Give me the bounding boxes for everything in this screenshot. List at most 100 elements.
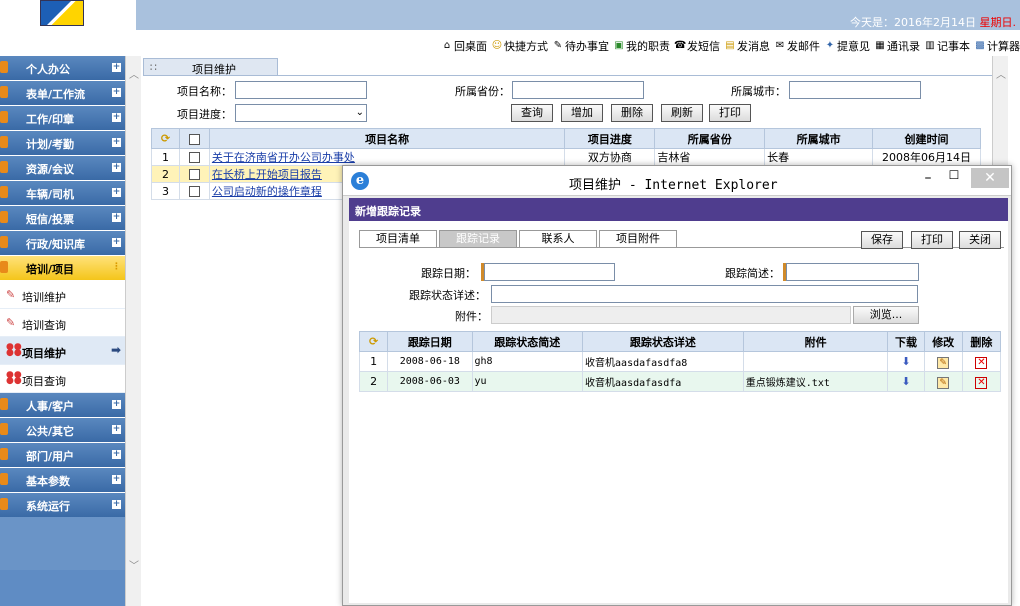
- refresh-col-header[interactable]: ⟳: [151, 128, 180, 149]
- download-cell[interactable]: ⬇: [887, 351, 925, 372]
- expand-icon: +: [112, 112, 121, 122]
- toolbar-label: 待办事宜: [565, 40, 609, 53]
- table-row[interactable]: 1 2008-06-18 gh8 收音机aasdafasdfa8 ⬇ ✎ ✕: [358, 351, 1002, 372]
- row-select[interactable]: [178, 182, 210, 200]
- add-button[interactable]: 增加: [561, 104, 603, 122]
- download-cell[interactable]: ⬇: [887, 371, 925, 392]
- tracking-date-input[interactable]: [484, 263, 615, 281]
- tab-project-list[interactable]: 项目清单: [359, 230, 437, 248]
- sidebar-item-hr[interactable]: 人事/客户 +: [0, 393, 125, 417]
- sidebar-sub-project-query[interactable]: ●● ●● 项目查询: [0, 365, 125, 393]
- sidebar-item-resource[interactable]: 资源/会议 +: [0, 156, 125, 180]
- print-button[interactable]: 打印: [709, 104, 751, 122]
- toolbar-duty[interactable]: ▣ 我的职责: [613, 38, 670, 54]
- sidebar-item-work[interactable]: 工作/印章 +: [0, 106, 125, 130]
- refresh-col-header[interactable]: ⟳: [358, 331, 389, 352]
- delete-cell[interactable]: ✕: [961, 371, 1002, 392]
- project-name-cell[interactable]: 关于在济南省开办公司办事处: [208, 148, 566, 166]
- close-icon[interactable]: ✕: [971, 168, 1009, 188]
- print-button[interactable]: 打印: [911, 231, 953, 249]
- toolbar-shortcut[interactable]: ☺ 快捷方式: [491, 38, 548, 54]
- toolbar-feedback[interactable]: ✦ 提意见: [824, 38, 870, 54]
- minimize-icon[interactable]: –: [919, 170, 937, 186]
- tracking-detail-cell: 收音机aasdafasdfa8: [582, 351, 744, 372]
- province-label: 所属省份：: [455, 85, 510, 98]
- popup-titlebar[interactable]: e 项目维护 - Internet Explorer – ☐ ✕: [343, 166, 1011, 196]
- edit-pencil-icon[interactable]: ✎: [937, 356, 950, 369]
- table-row[interactable]: 1 关于在济南省开办公司办事处 双方协商 吉林省 长春 2008年06月14日: [151, 148, 982, 166]
- download-arrow-icon[interactable]: ⬇: [901, 375, 910, 388]
- tab-tracking-record[interactable]: 跟踪记录: [439, 230, 517, 248]
- row-checkbox[interactable]: [188, 169, 200, 180]
- project-link[interactable]: 关于在济南省开办公司办事处: [212, 151, 355, 164]
- col-header: 项目名称: [208, 128, 566, 149]
- select-all-checkbox[interactable]: [188, 133, 200, 145]
- edit-pencil-icon[interactable]: ✎: [937, 376, 950, 389]
- toolbar-home[interactable]: ⌂ 回桌面: [441, 38, 487, 54]
- toolbar-message[interactable]: ▤ 发消息: [724, 38, 770, 54]
- sidebar-item-plan[interactable]: 计划/考勤 +: [0, 131, 125, 155]
- province-input[interactable]: [512, 81, 644, 99]
- attachment-path-field[interactable]: [491, 306, 851, 324]
- sidebar-item-dept[interactable]: 部门/用户 +: [0, 443, 125, 467]
- sidebar-item-sms[interactable]: 短信/投票 +: [0, 206, 125, 230]
- scroll-up-icon[interactable]: ︿: [995, 70, 1007, 82]
- maximize-icon[interactable]: ☐: [945, 168, 963, 184]
- toolbar-mail[interactable]: ✉ 发邮件: [774, 38, 820, 54]
- menu-icon: [0, 473, 8, 485]
- tab-project-attachments[interactable]: 项目附件: [599, 230, 677, 248]
- project-link[interactable]: 在长桥上开始项目报告: [212, 168, 322, 181]
- delete-x-icon[interactable]: ✕: [975, 376, 988, 389]
- sidebar-item-forms[interactable]: 表单/工作流 +: [0, 81, 125, 105]
- edit-cell[interactable]: ✎: [923, 371, 963, 392]
- sidebar-item-vehicle[interactable]: 车辆/司机 +: [0, 181, 125, 205]
- expand-icon: +: [112, 212, 121, 222]
- select-all-header[interactable]: [178, 128, 210, 149]
- tab-contacts[interactable]: 联系人: [519, 230, 597, 248]
- tab-project-maintain[interactable]: ∷ 项目维护: [143, 58, 278, 76]
- tracking-brief-wrap: [783, 263, 923, 281]
- toolbar-sms[interactable]: ☎ 发短信: [674, 38, 720, 54]
- delete-x-icon[interactable]: ✕: [975, 356, 988, 369]
- refresh-button[interactable]: 刷新: [661, 104, 703, 122]
- sidebar-item-system[interactable]: 系统运行 +: [0, 493, 125, 517]
- delete-cell[interactable]: ✕: [961, 351, 1002, 372]
- row-select[interactable]: [178, 148, 210, 166]
- row-select[interactable]: [178, 165, 210, 183]
- toolbar-calculator[interactable]: ▩ 计算器: [974, 38, 1020, 54]
- table-row[interactable]: 2 2008-06-03 yu 收音机aasdafasdfa 重点锻炼建议.tx…: [358, 371, 1002, 392]
- edit-cell[interactable]: ✎: [923, 351, 963, 372]
- toolbar-notepad[interactable]: ▥ 记事本: [924, 38, 970, 54]
- query-button[interactable]: 查询: [511, 104, 553, 122]
- attachment-cell: 重点锻炼建议.txt: [742, 371, 889, 392]
- sidebar-item-admin[interactable]: 行政/知识库 +: [0, 231, 125, 255]
- tracking-brief-input[interactable]: [786, 263, 919, 281]
- project-progress-select[interactable]: ⌄: [235, 104, 367, 122]
- project-name-input[interactable]: [235, 81, 367, 99]
- sidebar-sub-training-query[interactable]: ✎ 培训查询: [0, 309, 125, 337]
- browse-button[interactable]: 浏览...: [853, 306, 919, 324]
- delete-button[interactable]: 删除: [611, 104, 653, 122]
- scroll-up-icon[interactable]: ︿: [128, 70, 140, 82]
- expand-icon: +: [112, 424, 121, 434]
- sidebar-sub-project-maintain[interactable]: ●● ●● 项目维护 ➡: [0, 337, 125, 365]
- sidebar-item-public[interactable]: 公共/其它 +: [0, 418, 125, 442]
- project-link[interactable]: 公司启动新的操作章程: [212, 185, 322, 198]
- close-button[interactable]: 关闭: [959, 231, 1001, 249]
- tracking-detail-input[interactable]: [491, 285, 918, 303]
- download-arrow-icon[interactable]: ⬇: [901, 355, 910, 368]
- sidebar-sub-training-maintain[interactable]: ✎ 培训维护: [0, 281, 125, 309]
- toolbar-todo[interactable]: ✎ 待办事宜: [552, 38, 609, 54]
- city-input[interactable]: [789, 81, 921, 99]
- sidebar-item-params[interactable]: 基本参数 +: [0, 468, 125, 492]
- row-checkbox[interactable]: [188, 186, 200, 197]
- row-checkbox[interactable]: [188, 152, 200, 163]
- scroll-down-icon[interactable]: ﹀: [128, 561, 140, 573]
- toolbar-addressbook[interactable]: ▦ 通讯录: [874, 38, 920, 54]
- sidebar-item-personal[interactable]: 个人办公 +: [0, 56, 125, 80]
- save-button[interactable]: 保存: [861, 231, 903, 249]
- collapse-icon: ⋮: [112, 262, 121, 272]
- project-name-label: 项目名称：: [177, 85, 232, 98]
- sidebar-scrollbar[interactable]: ︿ ﹀: [125, 56, 141, 606]
- sidebar-item-training[interactable]: 培训/项目 ⋮: [0, 256, 125, 280]
